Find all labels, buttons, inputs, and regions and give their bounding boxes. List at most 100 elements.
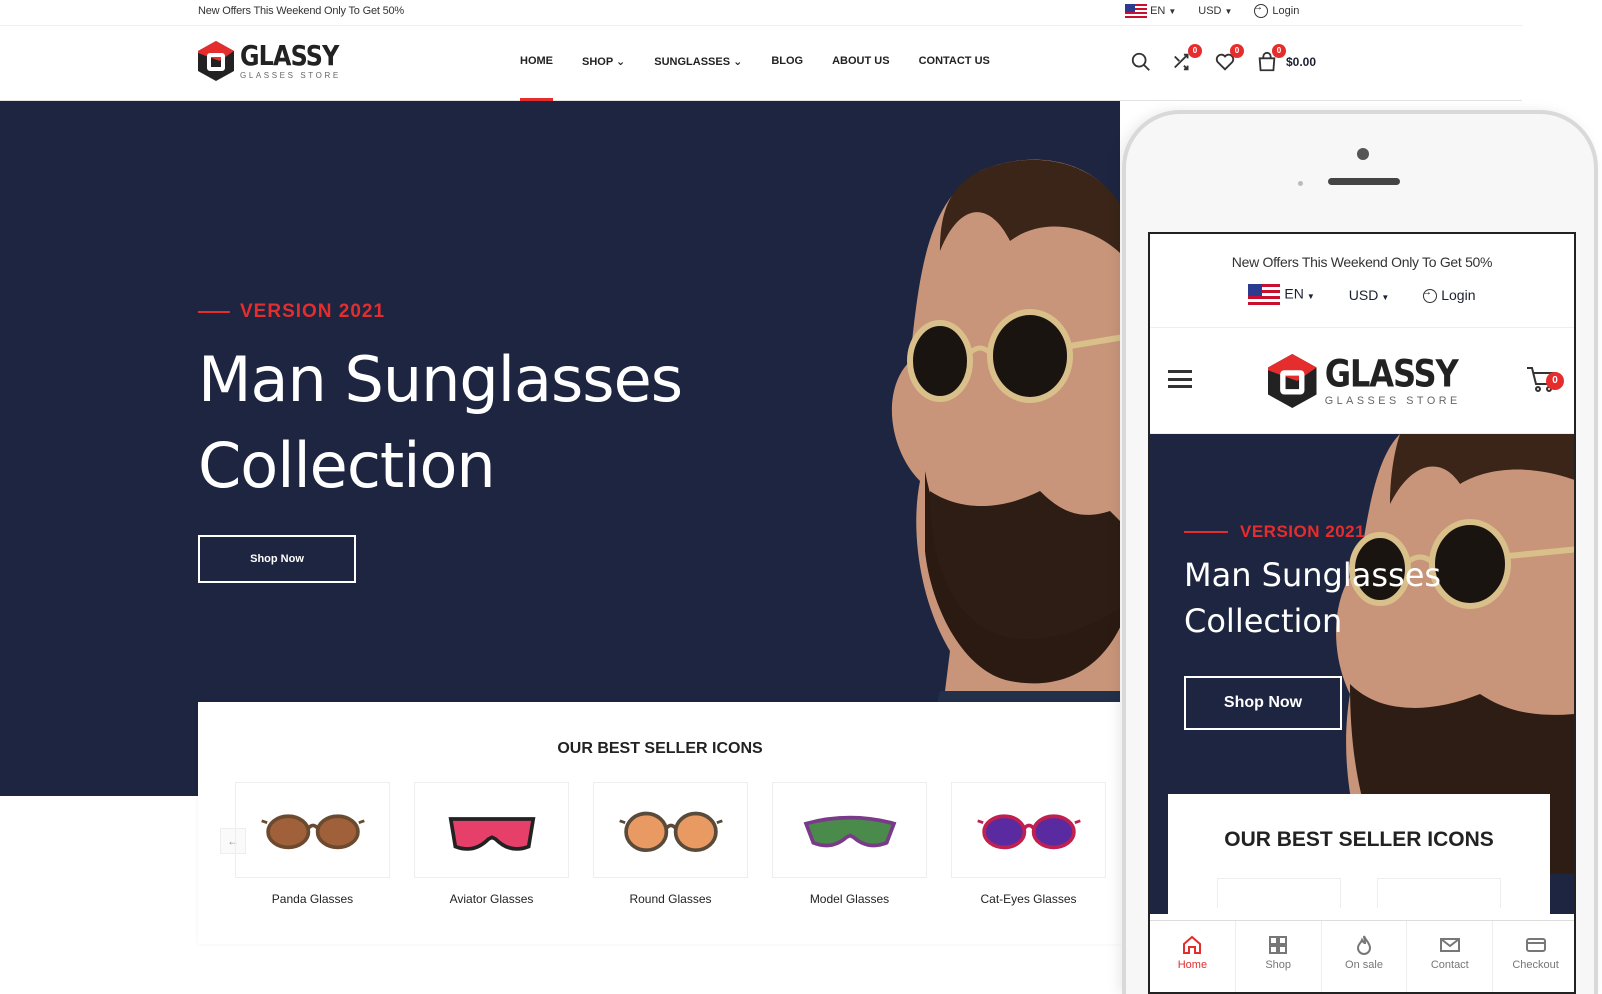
- chevron-down-icon: ▼: [1224, 7, 1233, 16]
- cart-total[interactable]: $0.00: [1286, 55, 1316, 69]
- nav-item-about-us[interactable]: ABOUT US: [832, 55, 889, 68]
- mail-icon: [1407, 933, 1492, 959]
- mobile-language-select[interactable]: EN ▼: [1248, 284, 1315, 306]
- currency-label: USD: [1198, 5, 1222, 17]
- product-card[interactable]: Panda Glasses: [235, 782, 390, 906]
- nav-item-shop[interactable]: SHOP ⌄: [582, 55, 625, 68]
- tab-label: Contact: [1430, 959, 1469, 971]
- mobile-hero-content: VERSION 2021 Man Sunglasses Collection S…: [1184, 522, 1464, 730]
- mobile-best-title: OUR BEST SELLER ICONS: [1224, 828, 1494, 851]
- language-label: EN: [1150, 4, 1166, 17]
- product-name[interactable]: Aviator Glasses: [414, 892, 569, 906]
- product-card[interactable]: [1217, 878, 1341, 908]
- mobile-cart-badge: 0: [1546, 372, 1564, 390]
- nav-item-sunglasses[interactable]: SUNGLASSES ⌄: [654, 55, 742, 68]
- product-card[interactable]: Aviator Glasses: [414, 782, 569, 906]
- logo[interactable]: GLASSY GLASSES STORE: [198, 41, 356, 81]
- product-card[interactable]: Cat-Eyes Glasses: [951, 782, 1106, 906]
- product-carousel: Panda Glasses Aviator Glasses Round Glas…: [235, 782, 1106, 906]
- tab-contact[interactable]: Contact: [1407, 921, 1494, 992]
- mobile-tab-bar: Home Shop On sale Contact Checkout: [1150, 920, 1574, 992]
- main-nav: HOME SHOP ⌄ SUNGLASSES ⌄ BLOG ABOUT US CONTAC…: [520, 55, 990, 101]
- tab-label: On sale: [1345, 959, 1383, 971]
- product-card[interactable]: Model Glasses: [772, 782, 927, 906]
- mobile-logo[interactable]: GLASSY GLASSES STORE: [1268, 354, 1481, 408]
- hero-title: Man Sunglasses Collection: [198, 337, 718, 509]
- product-image[interactable]: [593, 782, 748, 878]
- mobile-hero-title-line2: Collection: [1184, 602, 1343, 640]
- nav-item-contact-us[interactable]: CONTACT US: [919, 55, 990, 68]
- main-header: GLASSY GLASSES STORE HOME SHOP ⌄ SUNGLASSE…: [0, 27, 1522, 101]
- tab-label: Home: [1177, 959, 1208, 971]
- login-icon: [1252, 1, 1269, 18]
- product-name[interactable]: Panda Glasses: [235, 892, 390, 906]
- product-image[interactable]: [951, 782, 1106, 878]
- login-link[interactable]: Login: [1252, 1, 1299, 18]
- header-icons: 0 0 0 $0.00: [1130, 44, 1316, 73]
- login-icon: [1421, 286, 1438, 304]
- shop-now-button[interactable]: Shop Now: [198, 535, 356, 583]
- mobile-language-label: EN: [1284, 285, 1304, 302]
- product-card[interactable]: [1377, 878, 1501, 908]
- best-sellers-title: OUR BEST SELLER ICONS: [557, 740, 763, 757]
- speaker-grille: [1328, 178, 1400, 185]
- tab-label: Checkout: [1512, 959, 1559, 971]
- top-bar: New Offers This Weekend Only To Get 50% …: [0, 0, 1522, 26]
- phone-mockup: New Offers This Weekend Only To Get 50% …: [1122, 110, 1598, 994]
- tab-home[interactable]: Home: [1150, 921, 1236, 992]
- product-name[interactable]: Round Glasses: [593, 892, 748, 906]
- mobile-cart-icon[interactable]: 0: [1526, 366, 1564, 392]
- tab-shop[interactable]: Shop: [1236, 921, 1322, 992]
- product-card[interactable]: Round Glasses: [593, 782, 748, 906]
- hero-banner: VERSION 2021 Man Sunglasses Collection S…: [0, 101, 1120, 796]
- wishlist-icon[interactable]: 0: [1214, 44, 1244, 73]
- camera-icon: [1357, 148, 1369, 160]
- product-name[interactable]: Model Glasses: [772, 892, 927, 906]
- nav-item-blog[interactable]: BLOG: [771, 55, 803, 68]
- mobile-hero-eyebrow: VERSION 2021: [1184, 522, 1464, 542]
- tab-checkout[interactable]: Checkout: [1493, 921, 1574, 992]
- hero-title-line1: Man Sunglasses: [198, 343, 683, 416]
- sensor-dot: [1298, 181, 1303, 186]
- hero-title-line2: Collection: [198, 429, 496, 502]
- chevron-down-icon: ▼: [1381, 293, 1390, 302]
- nav-item-home[interactable]: HOME: [520, 55, 553, 101]
- compare-badge: 0: [1188, 44, 1202, 58]
- search-icon[interactable]: [1130, 51, 1152, 73]
- product-name[interactable]: Cat-Eyes Glasses: [951, 892, 1106, 906]
- menu-icon[interactable]: [1168, 370, 1192, 388]
- cart-badge: 0: [1272, 44, 1286, 58]
- card-icon: [1493, 933, 1574, 959]
- product-image[interactable]: [235, 782, 390, 878]
- home-icon: [1150, 933, 1235, 959]
- mobile-header: GLASSY GLASSES STORE 0: [1150, 328, 1574, 434]
- mobile-currency-select[interactable]: USD ▼: [1349, 287, 1389, 303]
- brand-tagline: GLASSES STORE: [1324, 394, 1461, 407]
- cart-icon[interactable]: 0: [1256, 44, 1286, 73]
- hero-content: VERSION 2021 Man Sunglasses Collection S…: [198, 301, 718, 583]
- mobile-best-sellers: OUR BEST SELLER ICONS: [1168, 794, 1550, 914]
- hero-eyebrow: VERSION 2021: [198, 301, 718, 323]
- product-image[interactable]: [772, 782, 927, 878]
- offer-text: New Offers This Weekend Only To Get 50%: [198, 5, 404, 17]
- tab-label: Shop: [1265, 959, 1292, 971]
- mobile-hero-title: Man Sunglasses Collection: [1184, 552, 1464, 644]
- language-select[interactable]: EN ▼: [1125, 4, 1176, 18]
- brand-tagline: GLASSES STORE: [240, 71, 341, 80]
- wishlist-badge: 0: [1230, 44, 1244, 58]
- product-image[interactable]: [414, 782, 569, 878]
- tab-on-sale[interactable]: On sale: [1322, 921, 1408, 992]
- model-portrait-image: [891, 159, 1120, 731]
- mobile-lang-row: EN▼ USD▼ Login: [1150, 284, 1574, 306]
- mobile-offer-text: New Offers This Weekend Only To Get 50%: [1231, 254, 1493, 270]
- currency-select[interactable]: USD ▼: [1198, 5, 1232, 17]
- topbar-right: EN▼ USD▼ Login: [1125, 1, 1299, 18]
- us-flag-icon: [1248, 284, 1281, 306]
- brand-name: GLASSY: [240, 39, 339, 72]
- best-sellers-section: OUR BEST SELLER ICONS ← Panda Glasses Av…: [198, 702, 1122, 944]
- us-flag-icon: [1125, 4, 1147, 18]
- grid-icon: [1236, 933, 1321, 959]
- compare-icon[interactable]: 0: [1172, 44, 1202, 73]
- mobile-login-link[interactable]: Login: [1421, 286, 1476, 304]
- mobile-shop-now-button[interactable]: Shop Now: [1184, 676, 1342, 730]
